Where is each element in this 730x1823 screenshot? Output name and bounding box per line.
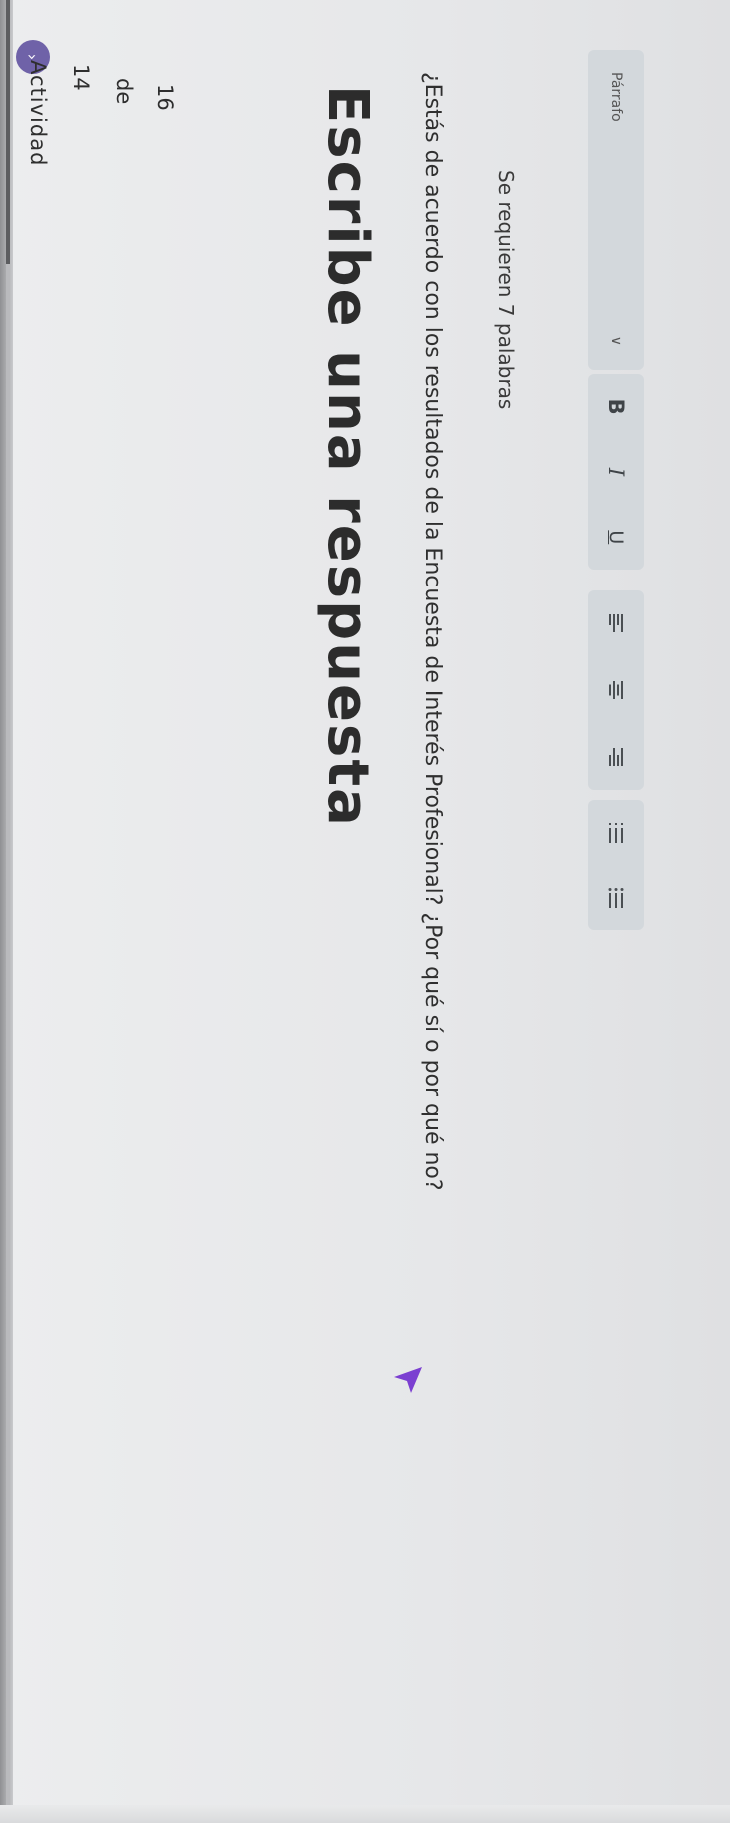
- list-group: [588, 800, 644, 930]
- activity-current-number: 14: [69, 64, 93, 91]
- activity-navigation: › Actividad 14 de 16: [10, 40, 177, 240]
- chevron-down-icon: ∨: [608, 335, 624, 346]
- bold-label: B: [604, 398, 628, 415]
- align-left-icon: [609, 614, 623, 633]
- screen: › Actividad 14 de 16 Escribe una respues…: [0, 0, 730, 1823]
- bulleted-list-button[interactable]: [597, 879, 635, 917]
- numbered-list-button[interactable]: [597, 814, 635, 852]
- numbered-list-icon: [609, 822, 623, 843]
- bold-button[interactable]: B: [597, 388, 635, 426]
- activity-label: Actividad: [26, 60, 50, 167]
- underline-button[interactable]: U: [597, 518, 635, 556]
- align-center-icon: [609, 680, 623, 699]
- align-right-icon: [609, 747, 623, 766]
- paragraph-style-label: Párrafo: [608, 72, 624, 122]
- paragraph-style-select[interactable]: Párrafo ∨: [588, 50, 644, 370]
- underline-label: U: [605, 530, 627, 545]
- alignment-group: [588, 590, 644, 790]
- progress-track: [6, 0, 10, 1823]
- activity-of-label: de: [112, 78, 136, 105]
- italic-label: I: [604, 467, 628, 477]
- align-center-button[interactable]: [597, 671, 635, 709]
- word-requirement: Se requieren 7 palabras: [494, 170, 518, 410]
- italic-button[interactable]: I: [597, 453, 635, 491]
- pointer-icon: [394, 1367, 422, 1393]
- align-right-button[interactable]: [597, 738, 635, 776]
- text-format-group: B I U: [588, 374, 644, 570]
- bulleted-list-icon: [608, 887, 624, 908]
- activity-total-number: 16: [153, 84, 177, 111]
- align-left-button[interactable]: [597, 604, 635, 642]
- question-text: ¿Estás de acuerdo con los resultados de …: [420, 72, 445, 1191]
- page-title: Escribe una respuesta: [315, 85, 380, 828]
- screen-edge: [0, 1805, 730, 1823]
